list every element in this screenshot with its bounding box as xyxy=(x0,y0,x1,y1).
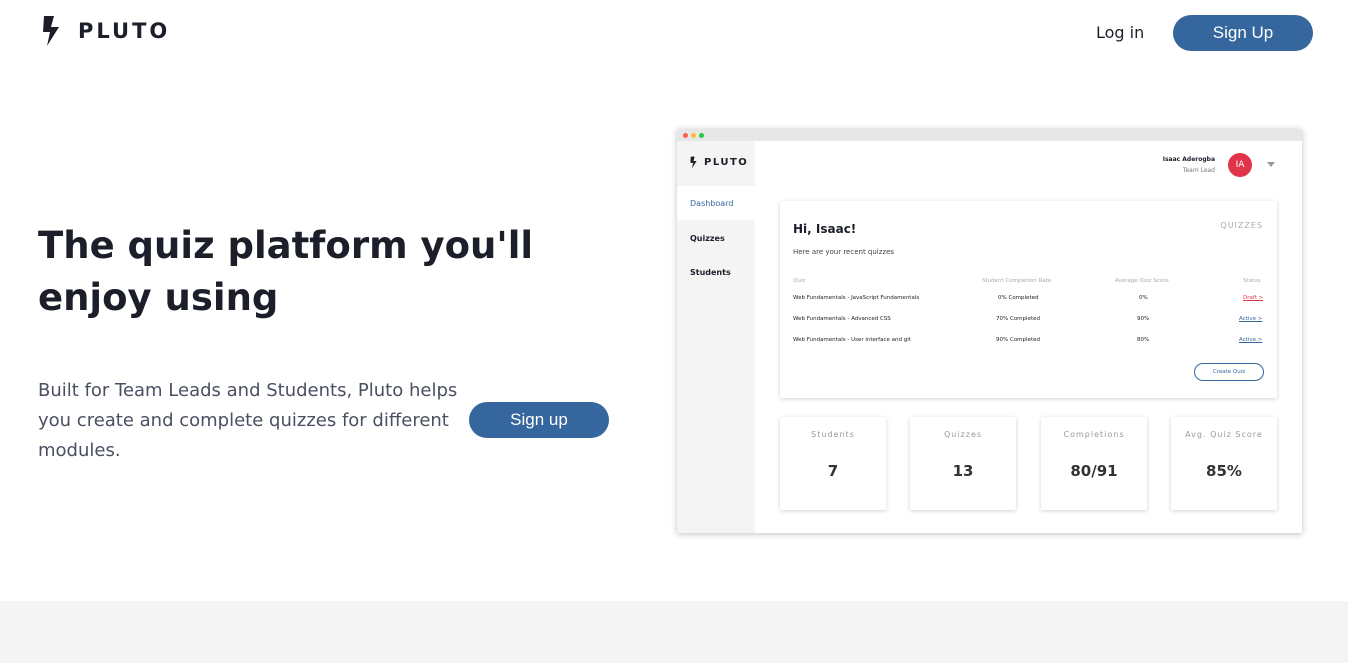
stat-label: Completions xyxy=(1063,430,1125,439)
stat-card-completions: Completions 80/91 xyxy=(1041,417,1147,510)
sidebar-item-quizzes[interactable]: Quizzes xyxy=(677,221,755,255)
create-quiz-button[interactable]: Create Quiz xyxy=(1194,363,1264,381)
column-header: Quiz xyxy=(793,278,806,284)
signup-header-button[interactable]: Sign Up xyxy=(1173,15,1313,51)
completion-rate: 90% Completed xyxy=(996,337,1040,343)
card-subtitle: Here are your recent quizzes xyxy=(793,248,895,256)
login-link[interactable]: Log in xyxy=(1096,23,1144,42)
average-score: 90% xyxy=(1137,316,1150,322)
status-link-active[interactable]: Active > xyxy=(1239,316,1262,322)
preview-brand: PLUTO xyxy=(690,156,748,169)
hero-description: Built for Team Leads and Students, Pluto… xyxy=(38,380,458,461)
close-dot-icon xyxy=(683,133,688,138)
stat-value: 85% xyxy=(1206,462,1242,480)
hero-title: The quiz platform you'll enjoy using xyxy=(38,224,534,319)
quiz-name: Web Fundamentals - JavaScript Fundamenta… xyxy=(793,295,920,301)
stat-value: 80/91 xyxy=(1070,462,1118,480)
sidebar-item-students[interactable]: Students xyxy=(677,255,755,289)
avatar[interactable]: IA xyxy=(1228,153,1252,177)
signup-hero-button[interactable]: Sign up xyxy=(469,402,609,438)
footer-band xyxy=(0,601,1348,663)
stat-card-students: Students 7 xyxy=(780,417,886,510)
status-link-draft[interactable]: Draft > xyxy=(1243,295,1263,301)
brand-logo[interactable]: PLUTO xyxy=(42,16,170,46)
stat-label: Avg. Quiz Score xyxy=(1185,430,1263,439)
quiz-name: Web Fundamentals - Advanced CSS xyxy=(793,316,891,322)
average-score: 0% xyxy=(1139,295,1148,301)
stat-value: 7 xyxy=(827,462,839,480)
column-header: Student Completion Rate xyxy=(982,278,1052,284)
completion-rate: 0% Completed xyxy=(998,295,1039,301)
window-titlebar xyxy=(677,129,1302,141)
completion-rate: 70% Completed xyxy=(996,316,1040,322)
column-header: Status xyxy=(1243,278,1261,284)
minimize-dot-icon xyxy=(691,133,696,138)
sidebar-item-dashboard[interactable]: Dashboard xyxy=(677,186,755,220)
stat-value: 13 xyxy=(952,462,974,480)
status-link-active[interactable]: Active > xyxy=(1239,337,1262,343)
stat-card-quizzes: Quizzes 13 xyxy=(910,417,1016,510)
stat-label: Students xyxy=(811,430,855,439)
average-score: 80% xyxy=(1137,337,1150,343)
maximize-dot-icon xyxy=(699,133,704,138)
column-header: Average Quiz Score xyxy=(1115,278,1169,284)
chevron-down-icon[interactable] xyxy=(1267,162,1275,167)
dashboard-preview: PLUTO Dashboard Quizzes Students Isaac A… xyxy=(677,129,1302,533)
brand-name: PLUTO xyxy=(78,19,171,43)
bolt-icon xyxy=(43,16,59,46)
user-role: Team Lead xyxy=(1182,167,1215,174)
bolt-icon xyxy=(690,156,697,169)
quiz-name: Web Fundamentals - User interface and gi… xyxy=(793,337,911,343)
stat-label: Quizzes xyxy=(943,430,983,439)
stat-card-avg-score: Avg. Quiz Score 85% xyxy=(1171,417,1277,510)
recent-quizzes-card: Hi, Isaac! QUIZZES Here are your recent … xyxy=(780,201,1277,398)
greeting: Hi, Isaac! xyxy=(793,222,857,236)
section-label: QUIZZES xyxy=(1220,221,1263,230)
user-name: Isaac Aderogba xyxy=(1162,156,1215,163)
preview-brand-name: PLUTO xyxy=(704,157,749,168)
